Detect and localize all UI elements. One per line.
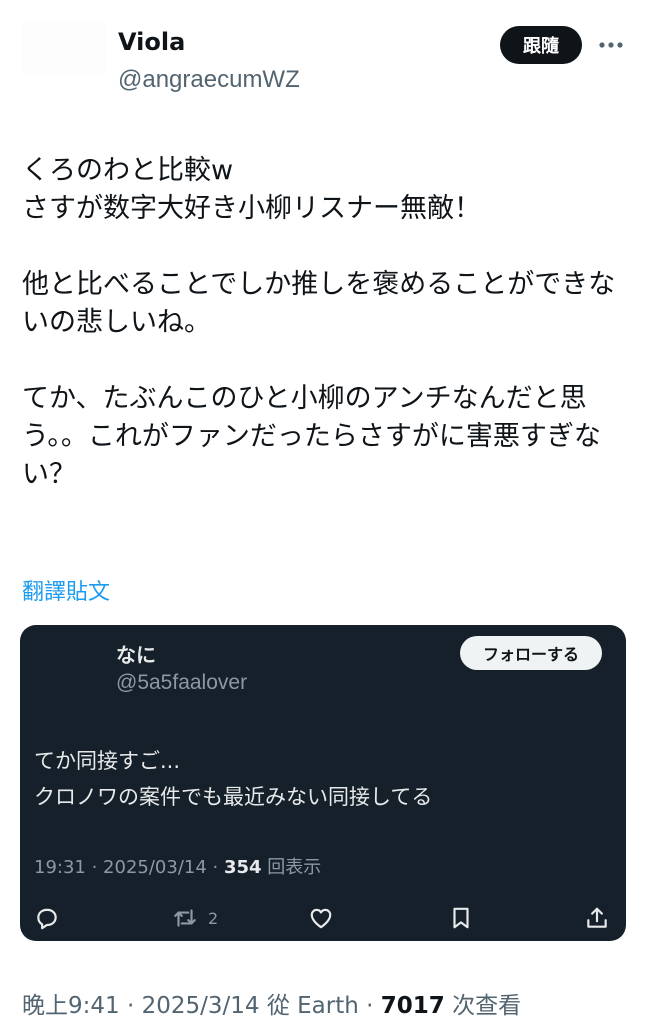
share-icon (587, 907, 607, 928)
heart-icon (310, 908, 332, 929)
bookmark-button[interactable] (448, 902, 474, 934)
like-button[interactable] (308, 902, 334, 934)
bookmark-icon (453, 907, 469, 929)
post-meta: 晚上9:41 · 2025/3/14 從 Earth · 7017 次查看 (22, 993, 522, 1019)
quoted-views-count: 354 (223, 857, 262, 878)
reply-button[interactable] (34, 902, 60, 934)
retweet-icon (174, 909, 196, 927)
author-avatar[interactable] (22, 22, 106, 74)
post-date[interactable]: 2025/3/14 (142, 993, 260, 1019)
post-views-count: 7017 (380, 993, 445, 1019)
author-handle[interactable]: @angraecumWZ (118, 66, 300, 94)
post-views-label: 次查看 (452, 993, 522, 1019)
quoted-views-label: 回表示 (267, 857, 322, 878)
quoted-post-text: てか同接すご... クロノワの案件でも最近みない同接してる (34, 749, 433, 809)
quoted-date[interactable]: 2025/03/14 (103, 857, 207, 878)
quoted-time[interactable]: 19:31 (34, 857, 86, 878)
quoted-author-name[interactable]: なに (116, 639, 156, 668)
post-source: 從 Earth (266, 993, 359, 1019)
reply-icon (37, 908, 57, 930)
more-options-icon[interactable] (596, 30, 626, 60)
retweet-button[interactable]: 2 (172, 902, 218, 934)
follow-button[interactable]: 跟隨 (500, 26, 582, 64)
post-time[interactable]: 晚上9:41 (22, 993, 120, 1019)
share-button[interactable] (584, 902, 610, 934)
author-name[interactable]: Viola (118, 28, 185, 56)
quoted-author-handle[interactable]: @5a5faalover (116, 671, 247, 695)
post-text: くろのわと比較w さすが数字大好き小柳リスナー無敵！ 他と比べることでしか推しを… (22, 155, 616, 490)
quoted-follow-button[interactable]: フォローする (460, 636, 602, 670)
retweet-count: 2 (208, 908, 219, 928)
quoted-post-card[interactable]: なに @5a5faalover フォローする てか同接すご... クロノワの案件… (20, 625, 626, 941)
quoted-post-meta: 19:31 · 2025/03/14 · 354 回表示 (34, 857, 322, 878)
translate-post-link[interactable]: 翻譯貼文 (22, 574, 110, 606)
